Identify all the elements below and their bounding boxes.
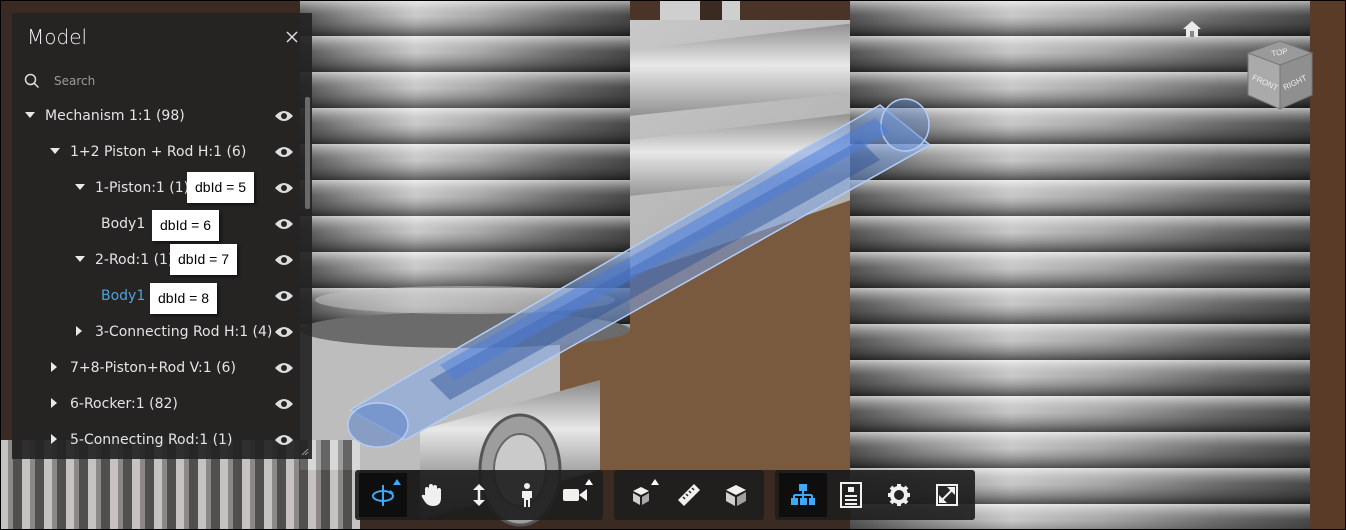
visibility-eye-icon[interactable]: [274, 433, 294, 447]
explode-button[interactable]: [618, 473, 665, 517]
visibility-eye-icon[interactable]: [274, 145, 294, 159]
resize-grip-icon[interactable]: [301, 448, 309, 456]
modeling-toolbar: [614, 470, 764, 520]
tree-row[interactable]: 2-Rod:1 (1): [12, 242, 304, 278]
collapse-caret-icon[interactable]: [25, 112, 35, 118]
search-icon: [24, 73, 40, 89]
panel-title: Model: [27, 25, 88, 49]
tree-row[interactable]: 1+2 Piston + Rod H:1 (6): [12, 134, 304, 170]
settings-button[interactable]: [875, 473, 923, 517]
first-person-icon: [522, 483, 532, 507]
search-box[interactable]: [22, 69, 306, 93]
tree-item-label: 1+2 Piston + Rod H:1 (6): [70, 144, 247, 160]
properties-button[interactable]: [827, 473, 875, 517]
camera-icon: [563, 489, 587, 501]
visibility-eye-icon[interactable]: [274, 361, 294, 375]
tree-item-label: 5-Connecting Rod:1 (1): [70, 432, 233, 448]
model-browser-icon: [791, 484, 815, 505]
home-icon[interactable]: [1182, 19, 1202, 39]
dbid-callout: dbId = 6: [152, 210, 219, 241]
tree-item-label: 1-Piston:1 (1): [95, 180, 190, 196]
dolly-button[interactable]: [455, 473, 503, 517]
navigation-toolbar: [355, 470, 603, 520]
measure-button[interactable]: [665, 473, 712, 517]
expand-caret-icon[interactable]: [51, 362, 57, 372]
collapse-caret-icon[interactable]: [75, 184, 85, 190]
tree-item-label: Body1: [101, 216, 146, 232]
orbit-button[interactable]: [359, 473, 407, 517]
explode-model-icon: [632, 487, 649, 505]
dbid-callout: dbId = 8: [150, 283, 217, 314]
visibility-eye-icon[interactable]: [274, 217, 294, 231]
close-icon[interactable]: [282, 27, 302, 47]
panel-scrollbar[interactable]: [305, 97, 310, 451]
visibility-eye-icon[interactable]: [274, 397, 294, 411]
dbid-callout: dbId = 5: [187, 172, 254, 203]
tree-item-label: 2-Rod:1 (1): [95, 252, 174, 268]
model-browser-button[interactable]: [779, 473, 827, 517]
visibility-eye-icon[interactable]: [274, 181, 294, 195]
tree-item-label: 7+8-Piston+Rod V:1 (6): [70, 360, 236, 376]
visibility-eye-icon[interactable]: [274, 253, 294, 267]
search-input[interactable]: [52, 70, 296, 92]
visibility-eye-icon[interactable]: [274, 109, 294, 123]
tree-row[interactable]: 6-Rocker:1 (82): [12, 386, 304, 422]
expand-caret-icon[interactable]: [51, 398, 57, 408]
collapse-caret-icon[interactable]: [50, 148, 60, 154]
dolly-icon: [473, 484, 485, 506]
expand-caret-icon[interactable]: [76, 326, 82, 336]
tree-item-label: Body1: [101, 288, 146, 304]
tree-row[interactable]: 3-Connecting Rod H:1 (4): [12, 314, 304, 350]
fullscreen-icon: [936, 484, 958, 506]
camera-button[interactable]: [551, 473, 599, 517]
section-button[interactable]: [713, 473, 760, 517]
pan-hand-icon: [421, 484, 441, 506]
settings-toolbar: [775, 470, 975, 520]
pan-button[interactable]: [407, 473, 455, 517]
tree-item-label: 6-Rocker:1 (82): [70, 396, 178, 412]
tree-item-label: Mechanism 1:1 (98): [45, 108, 185, 124]
visibility-eye-icon[interactable]: [274, 325, 294, 339]
tree-row[interactable]: 5-Connecting Rod:1 (1): [12, 422, 304, 458]
section-cube-icon: [726, 485, 747, 506]
properties-icon: [840, 482, 862, 508]
tree-item-label: 3-Connecting Rod H:1 (4): [95, 324, 273, 340]
orbit-icon: [372, 485, 394, 506]
settings-gear-icon: [888, 484, 910, 506]
tree-row[interactable]: Mechanism 1:1 (98): [12, 98, 304, 134]
submenu-indicator-icon: [585, 479, 593, 485]
expand-caret-icon[interactable]: [51, 434, 57, 444]
submenu-indicator-icon: [651, 479, 660, 485]
visibility-eye-icon[interactable]: [274, 289, 294, 303]
scrollbar-thumb[interactable]: [305, 97, 310, 209]
measure-ruler-icon: [677, 484, 700, 506]
collapse-caret-icon[interactable]: [75, 256, 85, 262]
viewcube[interactable]: TOP FRONT RIGHT: [1240, 35, 1320, 115]
dbid-callout: dbId = 7: [170, 244, 237, 275]
first-person-button[interactable]: [503, 473, 551, 517]
submenu-indicator-icon: [393, 479, 401, 485]
tree-row[interactable]: 7+8-Piston+Rod V:1 (6): [12, 350, 304, 386]
fullscreen-button[interactable]: [923, 473, 971, 517]
tree-row[interactable]: 1-Piston:1 (1): [12, 170, 304, 206]
